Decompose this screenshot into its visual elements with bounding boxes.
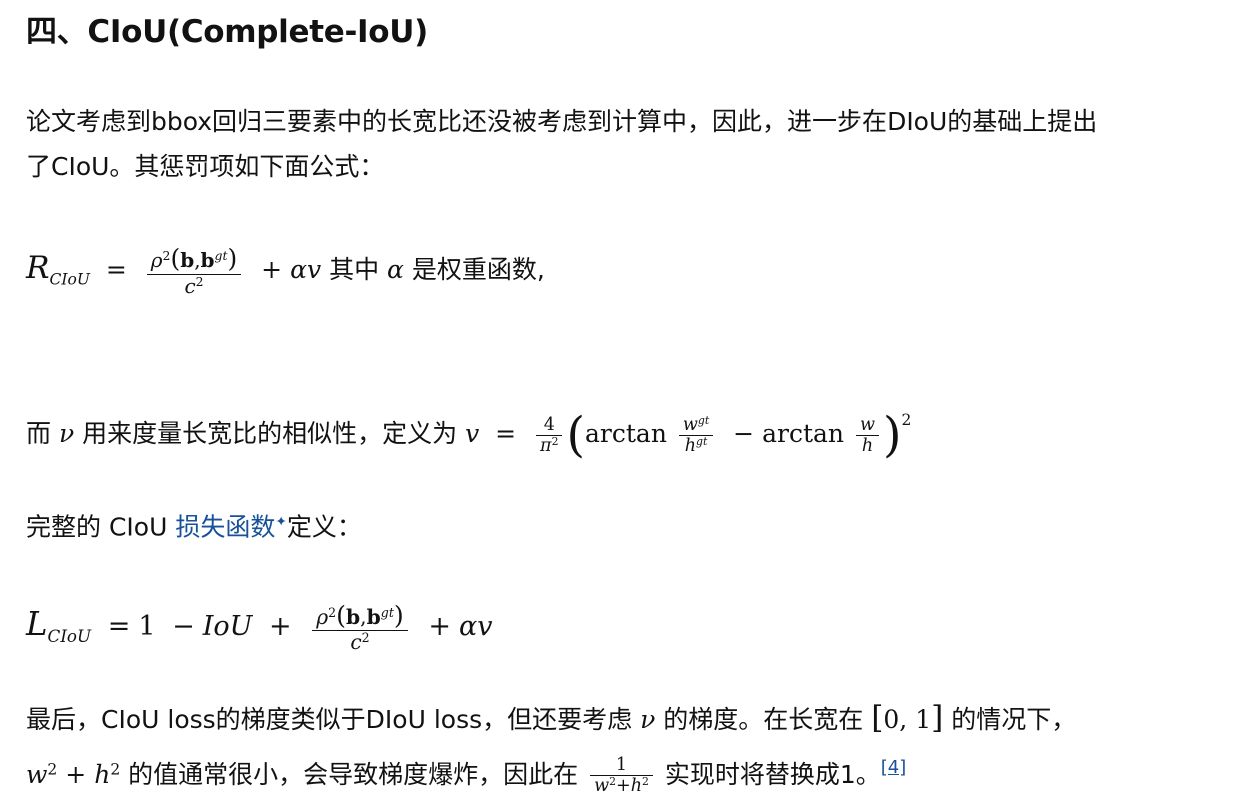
loss-formula-line: LCIoU = 1 − IoU + ρ2(b,bgt) c2 + αv (26, 594, 492, 666)
section-heading: 四、CIoU(Complete-IoU) (26, 14, 428, 50)
intro-line-1: 论文考虑到bbox回归三要素中的长宽比还没被考虑到计算中，因此，进一步在DIoU… (26, 107, 1098, 136)
four-over-pi-fraction: 4 π2 (536, 415, 563, 456)
loss-fraction: ρ2(b,bgt) c2 (312, 601, 408, 654)
loss-function-link[interactable]: 损失函数 (175, 513, 275, 542)
reciprocal-fraction: 1 w2+h2 (590, 755, 653, 796)
loss-formula: LCIoU = 1 − IoU + ρ2(b,bgt) c2 + αv (26, 600, 493, 654)
w-over-h-fraction: w h (855, 415, 879, 456)
aspect-ratio-line: 而 ν 用来度量长宽比的相似性，定义为 v = 4 π2 (arctan wgt… (26, 407, 912, 463)
penalty-formula: RCIoU = ρ2(b,bgt) c2 + αv (26, 244, 322, 298)
gradient-line-2: w2 + h2 的值通常很小，会导致梯度爆炸，因此在 1 w2+h2 实现时将替换成… (26, 755, 907, 797)
sparkle-icon: ✦ (275, 514, 287, 530)
reference-4-link[interactable]: [4] (881, 757, 907, 778)
loss-definition-line: 完整的 CIoU 损失函数✦定义： (26, 512, 362, 542)
wgt-over-hgt-fraction: wgt hgt (678, 414, 714, 456)
article-page: 四、CIoU(Complete-IoU) 论文考虑到bbox回归三要素中的长宽比… (0, 0, 1241, 805)
penalty-formula-line: RCIoU = ρ2(b,bgt) c2 + αv 其中 α 是权重函数, (26, 244, 545, 298)
penalty-fraction: ρ2(b,bgt) c2 (146, 244, 242, 298)
w2-plus-h2: w2 + h2 (26, 759, 121, 789)
gradient-line-1: 最后，CIoU loss的梯度类似于DIoU loss，但还要考虑 ν 的梯度。… (26, 700, 1077, 736)
intro-line-2: 了CIoU。其惩罚项如下面公式： (26, 152, 385, 181)
aspect-ratio-formula: v = 4 π2 (arctan wgt hgt − arctan w h )2 (465, 407, 912, 463)
